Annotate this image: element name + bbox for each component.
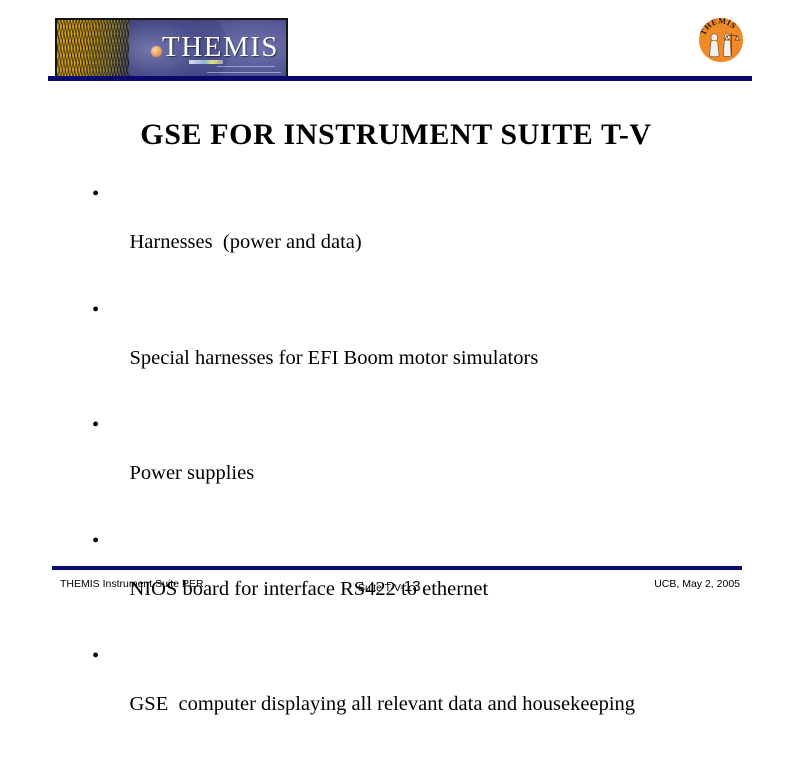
list-item: • NIOS board for interface RS422 to ethe… xyxy=(92,529,752,625)
bullet-glyph: • xyxy=(92,298,100,321)
list-item-label: GSE computer displaying all relevant dat… xyxy=(129,693,636,715)
list-item: • Special harnesses for EFI Boom motor s… xyxy=(92,298,752,394)
bullet-glyph: • xyxy=(92,183,100,205)
footer-center-text: Suite T-V-13 xyxy=(358,578,421,595)
bullet-glyph: • xyxy=(92,529,100,552)
list-item-label: Special harnesses for EFI Boom motor sim… xyxy=(129,346,539,369)
list-item-label: Harnesses (power and data) xyxy=(129,231,362,253)
footer-right-text: UCB, May 2, 2005 xyxy=(654,578,740,590)
footer-divider-rule xyxy=(52,566,742,570)
tail-streak xyxy=(217,66,275,67)
bullet-glyph: • xyxy=(92,645,100,667)
earth-dot-icon xyxy=(151,46,162,57)
slide-header: THEMIS THEMIS xyxy=(0,0,792,92)
tail-streak xyxy=(207,72,281,73)
list-item: • Harnesses (power and data) xyxy=(92,182,752,278)
footer-left-text: THEMIS Instrument Suite PER xyxy=(60,578,204,590)
themis-wordmark: THEMIS xyxy=(162,30,279,63)
page-title: GSE FOR INSTRUMENT SUITE T-V xyxy=(140,118,652,151)
slide-number: 13 xyxy=(403,578,421,595)
list-item: • Power supplies xyxy=(92,413,752,509)
list-item-label: Power supplies xyxy=(129,462,255,484)
bullet-glyph: • xyxy=(92,414,100,436)
header-divider-rule xyxy=(48,76,752,81)
themis-banner-logo: THEMIS xyxy=(55,18,288,78)
solar-wind-moire-pattern xyxy=(57,20,129,76)
bullet-list: • Harnesses (power and data) • Special h… xyxy=(92,182,752,760)
themis-goddess-seal-icon: THEMIS xyxy=(699,16,744,63)
footer-suite-label: Suite T-V- xyxy=(358,582,404,594)
list-item: • GSE computer displaying all relevant d… xyxy=(92,644,752,740)
